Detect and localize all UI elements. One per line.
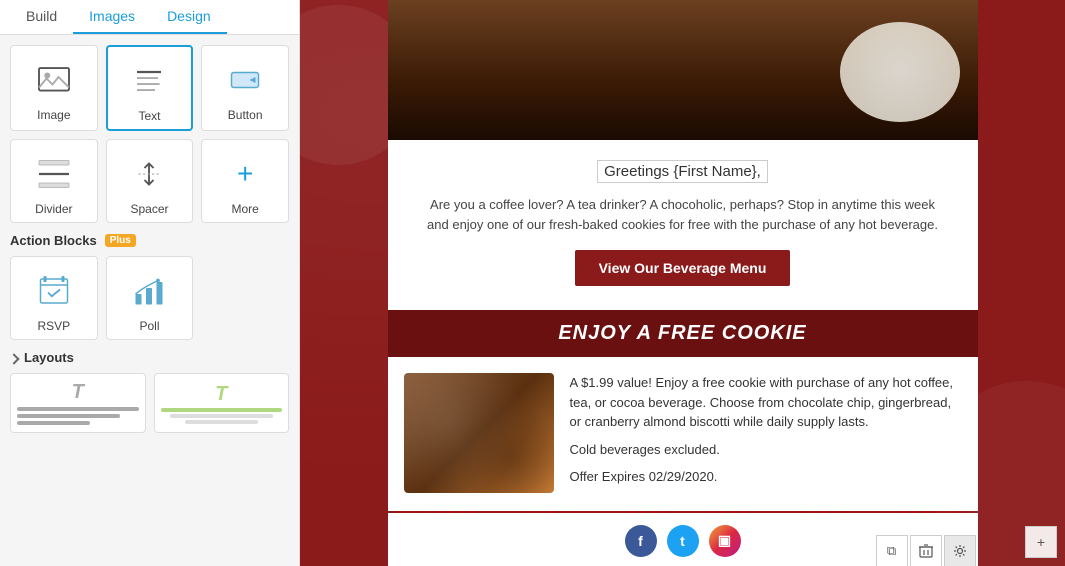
email-body-text: Are you a coffee lover? A tea drinker? A… (418, 195, 948, 234)
block-divider-label: Divider (35, 202, 72, 216)
offer-text-2: Cold beverages excluded. (570, 440, 962, 460)
plus-badge: Plus (105, 234, 136, 247)
email-footer: f t ▣ ⧉ (388, 513, 978, 566)
layouts-label: Layouts (24, 350, 74, 365)
action-blocks-header: Action Blocks Plus (10, 233, 289, 248)
blocks-grid: Image Text (10, 45, 289, 223)
instagram-icon[interactable]: ▣ (709, 525, 741, 557)
tab-images[interactable]: Images (73, 0, 151, 34)
offer-text-1: A $1.99 value! Enjoy a free cookie with … (570, 373, 962, 432)
block-divider[interactable]: Divider (10, 139, 98, 223)
email-greeting: Greetings {First Name}, (597, 160, 768, 183)
block-button[interactable]: Button (201, 45, 289, 131)
button-icon (221, 56, 269, 104)
email-banner: ENJOY A FREE COOKIE (388, 310, 978, 357)
image-icon (30, 56, 78, 104)
facebook-icon[interactable]: f (625, 525, 657, 557)
more-icon: + (221, 150, 269, 198)
layout-1col-preview: T (17, 381, 139, 425)
layouts-chevron-icon (8, 353, 19, 364)
email-cta-button[interactable]: View Our Beverage Menu (575, 250, 791, 286)
block-button-label: Button (228, 108, 263, 122)
action-blocks-grid: RSVP Poll (10, 256, 289, 340)
text-icon (125, 57, 173, 105)
spacer-icon (125, 150, 173, 198)
block-rsvp-label: RSVP (37, 319, 70, 333)
layout-1col[interactable]: T (10, 373, 146, 433)
block-more-label: More (231, 202, 258, 216)
right-area: Greetings {First Name}, Are you a coffee… (300, 0, 1065, 566)
poll-icon (125, 267, 173, 315)
email-offer-section: A $1.99 value! Enjoy a free cookie with … (388, 357, 978, 511)
float-toolbar: + (1025, 526, 1057, 558)
block-poll-label: Poll (139, 319, 159, 333)
tab-build[interactable]: Build (10, 0, 73, 34)
delete-button[interactable] (910, 535, 942, 566)
email-hero-image (388, 0, 978, 140)
offer-text-3: Offer Expires 02/29/2020. (570, 467, 962, 487)
layout-highlight-preview: T (161, 383, 283, 424)
twitter-icon[interactable]: t (667, 525, 699, 557)
block-poll[interactable]: Poll (106, 256, 194, 340)
panel-content: Image Text (0, 35, 299, 566)
settings-button[interactable] (944, 535, 976, 566)
block-text[interactable]: Text (106, 45, 194, 131)
rsvp-icon (30, 267, 78, 315)
email-canvas: Greetings {First Name}, Are you a coffee… (388, 0, 978, 566)
block-spacer[interactable]: Spacer (106, 139, 194, 223)
block-image[interactable]: Image (10, 45, 98, 131)
divider-icon (30, 150, 78, 198)
block-more[interactable]: + More (201, 139, 289, 223)
action-blocks-label: Action Blocks (10, 233, 97, 248)
cookie-image (404, 373, 554, 493)
email-body: Greetings {First Name}, Are you a coffee… (388, 140, 978, 310)
offer-text: A $1.99 value! Enjoy a free cookie with … (570, 373, 962, 495)
layouts-grid: T T (10, 373, 289, 433)
top-tabs: Build Images Design (0, 0, 299, 35)
block-rsvp[interactable]: RSVP (10, 256, 98, 340)
block-image-label: Image (37, 108, 70, 122)
copy-button[interactable]: ⧉ (876, 535, 908, 566)
footer-actions: ⧉ (876, 535, 976, 566)
layouts-header: Layouts (10, 350, 289, 365)
block-text-label: Text (138, 109, 160, 123)
block-spacer-label: Spacer (130, 202, 168, 216)
layout-highlight[interactable]: T (154, 373, 290, 433)
tab-design[interactable]: Design (151, 0, 227, 34)
left-panel: Build Images Design Image (0, 0, 300, 566)
float-add-button[interactable]: + (1025, 526, 1057, 558)
